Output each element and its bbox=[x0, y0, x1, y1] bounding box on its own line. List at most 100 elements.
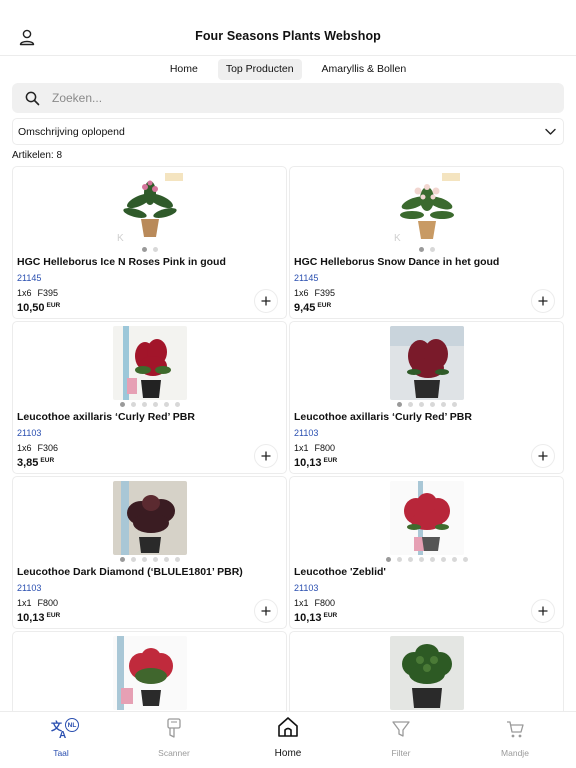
nav-label: Taal bbox=[53, 748, 69, 758]
product-code: 21103 bbox=[17, 583, 42, 593]
sort-select[interactable]: Omschrijving oplopend bbox=[12, 118, 564, 145]
price-value: 10,50 bbox=[17, 302, 45, 314]
price-currency: EUR bbox=[46, 612, 61, 619]
product-qty: 1x1 bbox=[294, 598, 309, 608]
top-tabs: Home Top Producten Amaryllis & Bollen bbox=[0, 59, 576, 81]
product-card[interactable]: K HGC Helleborus Ice N Roses Pink in gou… bbox=[12, 166, 287, 319]
bottom-navigation: 文 A NL Taal Scanner Home Filter Mandje bbox=[0, 711, 576, 768]
product-image[interactable] bbox=[389, 636, 464, 710]
product-code: 21103 bbox=[294, 428, 319, 438]
price-value: 9,45 bbox=[294, 302, 316, 314]
product-code: 21103 bbox=[17, 428, 42, 438]
nav-scanner[interactable]: Scanner bbox=[134, 718, 214, 758]
product-code: 21103 bbox=[294, 583, 319, 593]
image-carousel-dots[interactable] bbox=[290, 247, 563, 252]
product-packaging: 1x1 F800 bbox=[17, 598, 64, 608]
plus-icon bbox=[538, 606, 548, 616]
filter-icon bbox=[391, 719, 411, 744]
product-image[interactable]: K bbox=[389, 171, 464, 245]
product-name[interactable]: Leucothoe 'Zeblid' bbox=[294, 566, 559, 578]
price-currency: EUR bbox=[323, 457, 338, 464]
product-qty: 1x6 bbox=[294, 288, 309, 298]
product-price: 10,13 EUR bbox=[294, 457, 337, 469]
product-packaging: 1x1 F800 bbox=[294, 598, 341, 608]
nav-mandje[interactable]: Mandje bbox=[475, 718, 555, 758]
product-qty: 1x6 bbox=[17, 443, 32, 453]
price-currency: EUR bbox=[40, 457, 55, 464]
add-to-cart-button[interactable] bbox=[531, 289, 555, 313]
product-packaging: 1x1 F800 bbox=[294, 443, 341, 453]
product-pot-size: F306 bbox=[37, 443, 59, 453]
scanner-icon bbox=[164, 717, 184, 744]
article-count: Artikelen: 8 bbox=[12, 150, 63, 161]
product-qty: 1x6 bbox=[17, 288, 32, 298]
nav-filter[interactable]: Filter bbox=[361, 718, 441, 758]
language-badge: NL bbox=[65, 718, 79, 732]
product-image[interactable] bbox=[112, 326, 187, 400]
tab-home[interactable]: Home bbox=[162, 59, 206, 80]
plus-icon bbox=[261, 296, 271, 306]
search-bar bbox=[12, 83, 564, 113]
add-to-cart-button[interactable] bbox=[531, 599, 555, 623]
nav-label: Filter bbox=[391, 748, 411, 758]
product-pot-size: F395 bbox=[37, 288, 59, 298]
product-price: 10,13 EUR bbox=[17, 612, 60, 624]
product-packaging: 1x6 F306 bbox=[17, 443, 64, 453]
product-card[interactable]: Leucothoe axillaris ‘Curly Red’ PBR 2110… bbox=[12, 321, 287, 474]
nav-home[interactable]: Home bbox=[248, 715, 328, 759]
nav-taal[interactable]: 文 A NL Taal bbox=[21, 718, 101, 758]
product-price: 10,50 EUR bbox=[17, 302, 60, 314]
price-value: 10,13 bbox=[17, 612, 45, 624]
product-image[interactable]: K bbox=[112, 171, 187, 245]
add-to-cart-button[interactable] bbox=[254, 599, 278, 623]
add-to-cart-button[interactable] bbox=[254, 444, 278, 468]
plus-icon bbox=[261, 451, 271, 461]
price-value: 10,13 bbox=[294, 612, 322, 624]
product-name[interactable]: Leucothoe axillaris ‘Curly Red’ PBR bbox=[17, 411, 282, 423]
svg-text:A: A bbox=[59, 730, 66, 739]
plus-icon bbox=[538, 451, 548, 461]
product-card[interactable]: Leucothoe Dark Diamond (‘BLULE1801’ PBR)… bbox=[12, 476, 287, 629]
product-packaging: 1x6 F395 bbox=[294, 288, 341, 298]
search-icon bbox=[24, 90, 40, 106]
product-qty: 1x1 bbox=[294, 443, 309, 453]
product-pot-size: F800 bbox=[314, 598, 336, 608]
nav-label: Home bbox=[274, 748, 302, 759]
product-name[interactable]: Leucothoe axillaris ‘Curly Red’ PBR bbox=[294, 411, 559, 423]
plus-icon bbox=[538, 296, 548, 306]
product-image[interactable] bbox=[112, 481, 187, 555]
product-code: 21145 bbox=[17, 273, 42, 283]
plus-icon bbox=[261, 606, 271, 616]
tab-top-producten[interactable]: Top Producten bbox=[217, 59, 302, 80]
tab-amaryllis-bollen[interactable]: Amaryllis & Bollen bbox=[314, 59, 415, 80]
price-value: 10,13 bbox=[294, 457, 322, 469]
product-name[interactable]: HGC Helleborus Ice N Roses Pink in goud bbox=[17, 256, 282, 268]
product-image[interactable] bbox=[389, 326, 464, 400]
cart-icon bbox=[505, 719, 525, 744]
product-image[interactable] bbox=[389, 481, 464, 555]
product-price: 3,85 EUR bbox=[17, 457, 54, 469]
nav-label: Mandje bbox=[501, 748, 529, 758]
image-carousel-dots[interactable] bbox=[13, 557, 286, 562]
sort-selected-label: Omschrijving oplopend bbox=[18, 125, 125, 138]
product-packaging: 1x6 F395 bbox=[17, 288, 64, 298]
product-card[interactable]: Leucothoe axillaris ‘Curly Red’ PBR 2110… bbox=[289, 321, 564, 474]
image-carousel-dots[interactable] bbox=[13, 247, 286, 252]
product-card[interactable]: Leucothoe 'Zeblid' 21103 1x1 F800 10,13 EU… bbox=[289, 476, 564, 629]
chevron-down-icon bbox=[543, 125, 557, 139]
home-icon bbox=[276, 715, 300, 744]
product-card[interactable]: K HGC Helleborus Snow Dance in het goud … bbox=[289, 166, 564, 319]
price-value: 3,85 bbox=[17, 457, 39, 469]
add-to-cart-button[interactable] bbox=[254, 289, 278, 313]
image-carousel-dots[interactable] bbox=[290, 557, 563, 562]
product-name[interactable]: Leucothoe Dark Diamond (‘BLULE1801’ PBR) bbox=[17, 566, 282, 578]
add-to-cart-button[interactable] bbox=[531, 444, 555, 468]
product-code: 21145 bbox=[294, 273, 319, 283]
image-carousel-dots[interactable] bbox=[290, 402, 563, 407]
image-carousel-dots[interactable] bbox=[13, 402, 286, 407]
product-image[interactable] bbox=[112, 636, 187, 710]
product-name[interactable]: HGC Helleborus Snow Dance in het goud bbox=[294, 256, 559, 268]
price-currency: EUR bbox=[46, 302, 61, 309]
search-input[interactable] bbox=[52, 91, 532, 105]
product-pot-size: F395 bbox=[314, 288, 336, 298]
